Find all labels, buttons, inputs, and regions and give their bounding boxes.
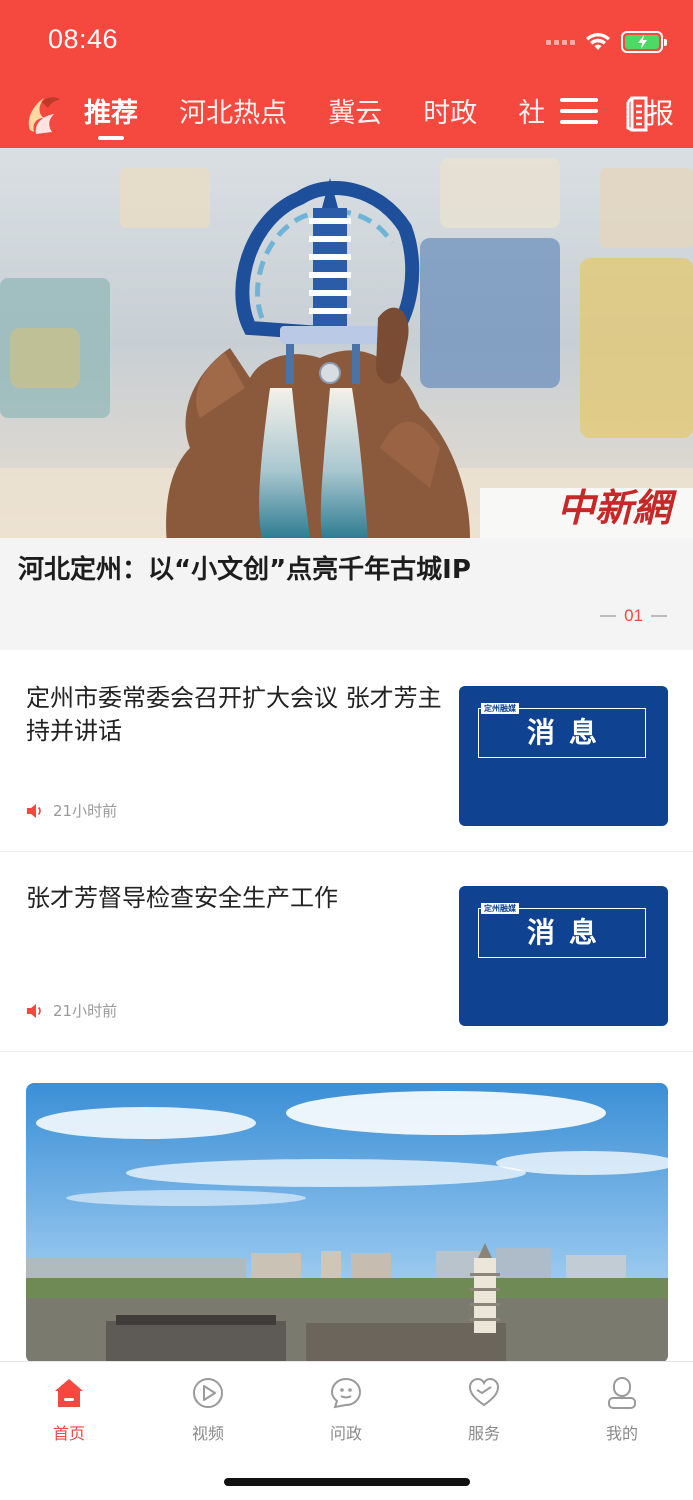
hero-watermark: 中新網 xyxy=(556,485,671,530)
carousel-page-number: 01 xyxy=(624,606,643,625)
thumb-text: 消息 xyxy=(526,916,611,949)
tab-recommend[interactable]: 推荐 xyxy=(84,92,138,140)
hero-image: 中新網 xyxy=(0,148,693,538)
tab-profile[interactable]: 我的 xyxy=(582,1376,662,1444)
hero-title[interactable]: 河北定州：以“小文创”点亮千年古城IP xyxy=(18,550,471,590)
play-icon xyxy=(193,1378,223,1408)
tab-service[interactable]: 服务 xyxy=(444,1376,524,1444)
home-icon xyxy=(55,1379,83,1407)
news-thumbnail: 定州融媒 消息 xyxy=(459,686,668,826)
tab-inquiry[interactable]: 问政 xyxy=(306,1376,386,1444)
newspaper-icon[interactable]: 报 xyxy=(626,94,678,134)
hero-banner[interactable]: 中新網 河北定州：以“小文创”点亮千年古城IP 01 xyxy=(0,148,693,650)
news-time: 21小时前 xyxy=(53,1002,118,1020)
status-icons xyxy=(546,30,667,54)
app-logo xyxy=(22,92,62,136)
news-time: 21小时前 xyxy=(53,802,118,820)
speaker-icon xyxy=(27,803,41,818)
home-indicator xyxy=(224,1478,470,1486)
news-meta: 21小时前 xyxy=(26,1000,117,1021)
cellular-signal-icon xyxy=(546,39,575,45)
tab-jiyun[interactable]: 冀云 xyxy=(328,92,382,136)
tab-video-label: 视频 xyxy=(191,1424,224,1443)
channel-tabs: 推荐 河北热点 冀云 时政 社 xyxy=(84,92,544,148)
tab-video[interactable]: 视频 xyxy=(168,1376,248,1444)
tab-politics[interactable]: 时政 xyxy=(423,92,477,136)
news-thumbnail: 定州融媒 消息 xyxy=(459,886,668,1026)
heart-icon xyxy=(468,1377,500,1407)
tab-profile-label: 我的 xyxy=(605,1424,638,1443)
tab-hebei-hot[interactable]: 河北热点 xyxy=(179,92,287,136)
tab-inquiry-label: 问政 xyxy=(329,1424,362,1443)
wifi-icon xyxy=(585,32,611,52)
carousel-indicator: 01 xyxy=(600,606,667,626)
user-icon xyxy=(608,1377,636,1409)
tab-society[interactable]: 社 xyxy=(518,92,544,136)
news-title[interactable]: 定州市委常委会召开扩大会议 张才芳主持并讲话 xyxy=(26,682,446,748)
city-photo-card[interactable] xyxy=(26,1083,668,1363)
epaper-label: 报 xyxy=(646,97,675,130)
battery-icon xyxy=(621,31,667,53)
speaker-icon xyxy=(27,1003,41,1018)
tab-home[interactable]: 首页 xyxy=(29,1376,109,1444)
news-item[interactable]: 定州市委常委会召开扩大会议 张才芳主持并讲话 21小时前 定州融媒 消息 xyxy=(0,652,693,852)
news-item[interactable]: 张才芳督导检查安全生产工作 21小时前 定州融媒 消息 xyxy=(0,852,693,1052)
hamburger-menu-icon[interactable] xyxy=(560,98,598,132)
status-time: 08:46 xyxy=(48,24,119,54)
thumb-text: 消息 xyxy=(526,716,611,749)
tab-service-label: 服务 xyxy=(467,1424,500,1443)
tab-home-label: 首页 xyxy=(52,1424,85,1443)
news-meta: 21小时前 xyxy=(26,800,117,821)
chat-icon xyxy=(330,1377,362,1409)
news-title[interactable]: 张才芳督导检查安全生产工作 xyxy=(26,882,446,915)
app-header: 08:46 推荐 河北热点 冀云 时政 社 报 xyxy=(0,0,693,148)
city-skyline-image xyxy=(26,1083,668,1363)
